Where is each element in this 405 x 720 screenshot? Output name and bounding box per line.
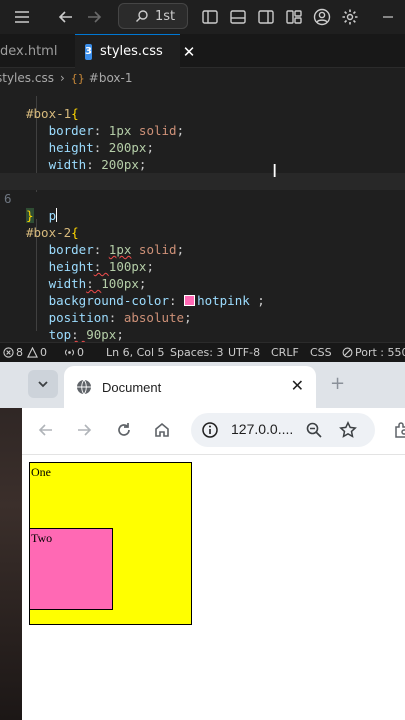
status-bar: 8 0 0 Ln 6, Col 5 Spaces: 3 UTF-8 CRLF C… <box>0 342 405 362</box>
code-line: top: 90px; <box>48 327 124 342</box>
problems-indicator[interactable]: 8 0 <box>3 346 47 359</box>
account-icon[interactable] <box>312 7 332 27</box>
close-icon[interactable]: ✕ <box>291 376 304 396</box>
box-2-text: Two <box>31 531 53 545</box>
forward-arrow-icon[interactable] <box>84 7 104 27</box>
code-line: border: 1px solid; <box>48 123 185 138</box>
indentation[interactable]: Spaces: 3 <box>170 346 223 359</box>
tab-styles-css[interactable]: 3 styles.css ✕ <box>75 34 195 68</box>
gear-icon[interactable] <box>340 7 360 27</box>
browser-tab-title: Document <box>102 379 162 395</box>
error-count: 8 <box>16 346 23 359</box>
menu-icon[interactable] <box>12 7 32 27</box>
code-line-current: 6 p <box>0 173 405 223</box>
code-line: height: 200px; <box>48 140 154 155</box>
search-label: 1st <box>155 8 176 24</box>
code-line: width: 100px; <box>48 276 147 291</box>
back-arrow-icon[interactable] <box>56 7 76 27</box>
breadcrumb-file[interactable]: styles.css <box>0 71 54 85</box>
customize-layout-icon[interactable] <box>284 7 304 27</box>
bookmark-star-icon[interactable] <box>339 421 357 439</box>
site-info-icon[interactable] <box>199 419 221 441</box>
code-line: position: absolute; <box>48 310 192 325</box>
browser-tab-document[interactable]: Document ✕ <box>64 366 316 408</box>
ports-indicator[interactable]: 0 <box>64 346 84 359</box>
editor-tab-bar: dex.html 3 styles.css ✕ <box>0 34 405 68</box>
code-line: background-color: hotpink ; <box>48 293 265 308</box>
live-server-port[interactable]: Port : 5500 <box>342 346 405 359</box>
tab-label: dex.html <box>0 43 58 59</box>
error-icon <box>3 347 14 358</box>
zoom-out-icon[interactable] <box>305 421 323 439</box>
chevron-down-icon <box>38 381 48 388</box>
url-text: 127.0.0.... <box>231 421 294 437</box>
tab-search-button[interactable] <box>28 370 58 398</box>
breadcrumb-selector[interactable]: #box-1 <box>89 71 133 85</box>
box-1-text: One <box>31 465 51 479</box>
port-label: Port : 5500 <box>355 346 405 359</box>
close-icon[interactable]: ✕ <box>183 43 196 61</box>
block-icon <box>342 347 353 358</box>
cursor-position[interactable]: Ln 6, Col 5 <box>106 346 165 359</box>
ports-count: 0 <box>77 346 84 359</box>
toggle-secondary-sidebar-icon[interactable] <box>256 7 276 27</box>
code-line: background-color: yellow; <box>0 156 405 189</box>
command-center-search[interactable]: 1st <box>118 3 188 29</box>
breadcrumb: styles.css › {} #box-1 <box>0 68 405 88</box>
extensions-icon[interactable] <box>391 420 405 440</box>
encoding[interactable]: UTF-8 <box>228 346 260 359</box>
forward-arrow-icon[interactable] <box>74 420 94 440</box>
home-icon[interactable] <box>152 420 172 440</box>
reload-icon[interactable] <box>114 420 134 440</box>
broadcast-icon <box>65 349 74 356</box>
code-line: #box-2{ <box>26 225 79 240</box>
code-line: } <box>26 208 34 223</box>
selector-symbol-icon: {} <box>70 71 85 85</box>
css-file-icon: 3 <box>85 43 92 60</box>
new-tab-plus-icon[interactable]: + <box>330 373 345 394</box>
mouse-ibeam-cursor: I <box>272 161 278 182</box>
toggle-panel-icon[interactable] <box>228 7 248 27</box>
globe-icon <box>77 379 91 395</box>
warning-count: 0 <box>40 346 47 359</box>
code-line: height: 100px; <box>48 259 154 274</box>
language-mode[interactable]: CSS <box>310 346 332 359</box>
editor-title-bar: 1st <box>0 0 405 34</box>
code-line: border: 1px solid; <box>48 242 185 257</box>
address-bar[interactable]: 127.0.0.... <box>191 413 375 447</box>
rendered-box-2: Two <box>29 528 113 610</box>
tab-label: styles.css <box>99 44 163 59</box>
tab-index-html[interactable]: dex.html <box>0 34 74 68</box>
code-line: #box-1{ <box>26 106 79 121</box>
warning-icon <box>27 347 38 358</box>
chevron-right-icon: › <box>59 71 65 85</box>
end-of-line[interactable]: CRLF <box>271 346 299 359</box>
code-editor[interactable]: #box-1{ border: 1px solid; height: 200px… <box>0 88 405 342</box>
minimize-icon[interactable] <box>378 7 398 27</box>
back-arrow-icon[interactable] <box>36 420 56 440</box>
toggle-primary-sidebar-icon[interactable] <box>200 7 220 27</box>
search-icon <box>136 10 148 22</box>
background-video-strip <box>0 362 22 720</box>
code-line: width: 200px; <box>48 157 147 172</box>
